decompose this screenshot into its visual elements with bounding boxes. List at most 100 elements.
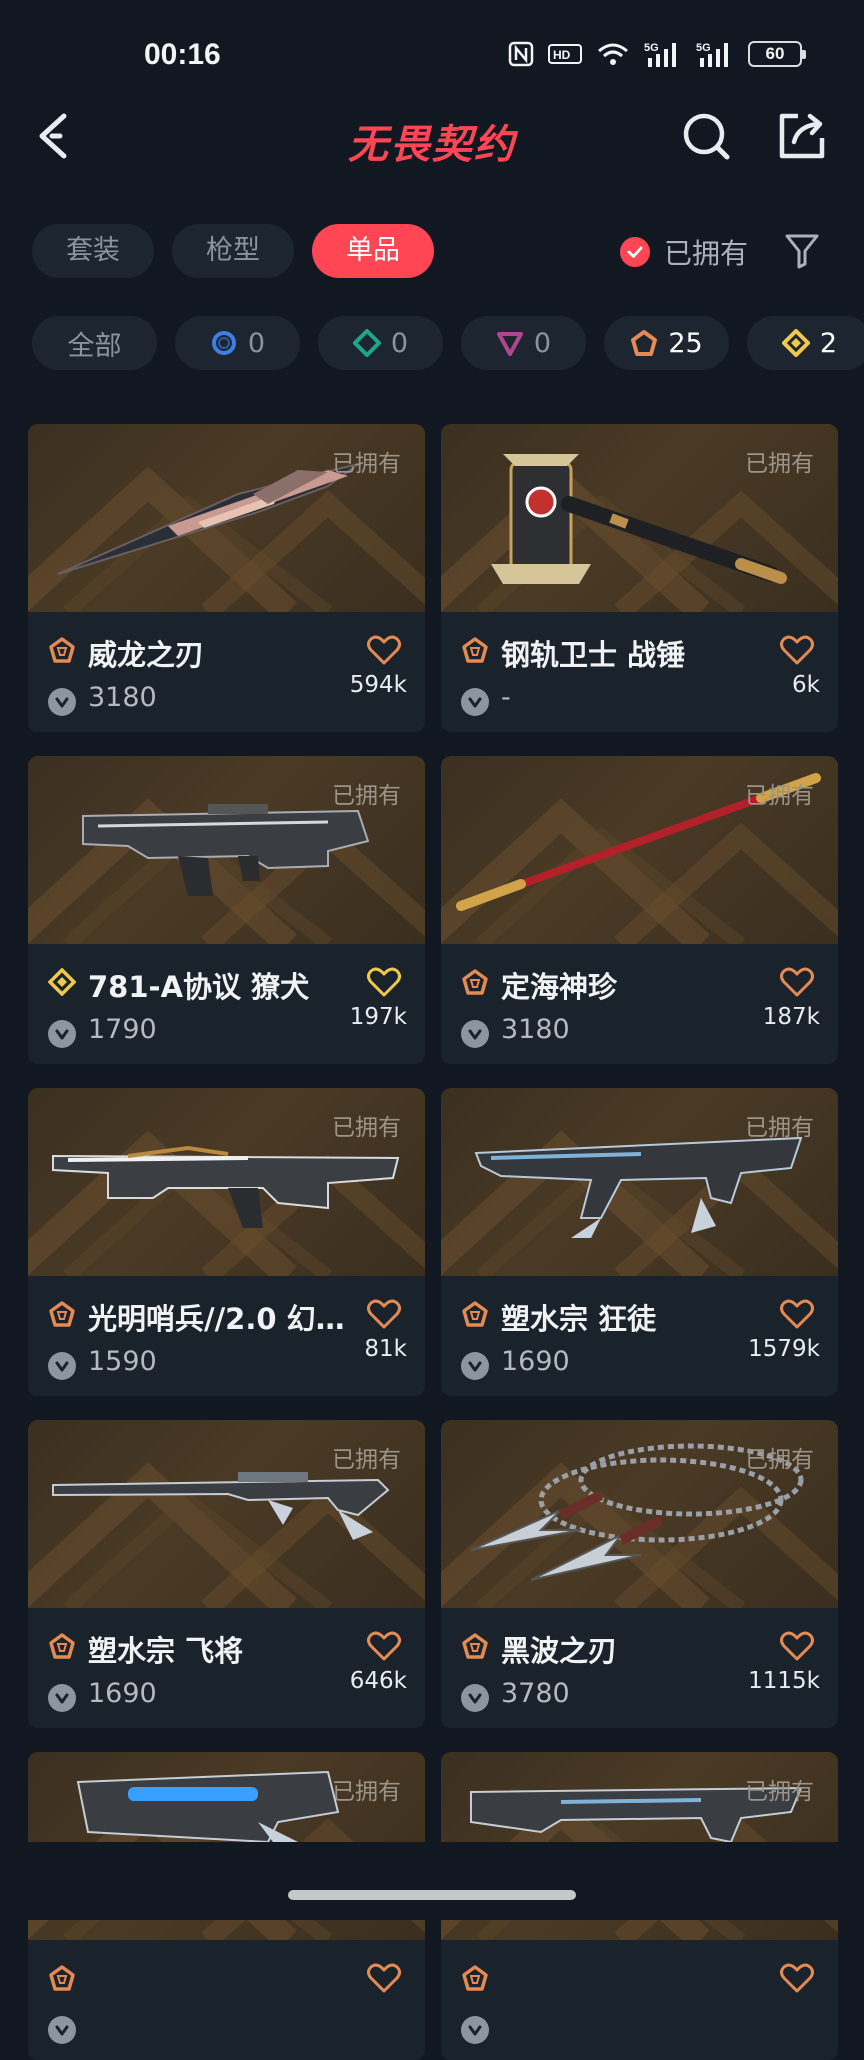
heart-icon[interactable]	[780, 634, 814, 666]
rarity-count: 2	[820, 328, 837, 359]
vp-currency-icon	[48, 2016, 76, 2044]
heart-icon[interactable]	[367, 634, 401, 666]
like-count: 81k	[364, 1336, 407, 1362]
rarity-tab-select[interactable]: 0	[175, 316, 300, 370]
owned-tag: 已拥有	[332, 444, 401, 478]
skin-price: 3780	[501, 1678, 570, 1709]
rarity-tab-all[interactable]: 全部	[32, 316, 157, 370]
skin-info: 黑波之刃 3780 1115k	[441, 1608, 838, 1728]
exclusive-tier-icon	[461, 1632, 489, 1660]
svg-text:HD: HD	[553, 48, 571, 62]
exclusive-tier-icon	[48, 1300, 76, 1328]
skin-card[interactable]: 已拥有威龙之刃3180594k	[28, 424, 425, 732]
signal-5g-icon-2: 5G	[696, 40, 734, 68]
heart-icon[interactable]	[780, 1630, 814, 1662]
skin-price: 3180	[501, 1014, 570, 1045]
search-icon[interactable]	[680, 110, 732, 162]
skin-price: 3180	[88, 682, 157, 713]
nfc-icon	[508, 41, 534, 67]
check-icon	[620, 237, 650, 267]
skin-price: 1690	[501, 1346, 570, 1377]
heart-icon[interactable]	[367, 966, 401, 998]
home-indicator[interactable]	[288, 1890, 576, 1900]
like-count: 594k	[350, 672, 407, 698]
svg-text:5G: 5G	[696, 42, 711, 54]
skin-price: 1690	[88, 1678, 157, 1709]
skin-info: 塑水宗 狂徒 1690 1579k	[441, 1276, 838, 1396]
skin-name: 钢轨卫士 战锤	[501, 632, 771, 674]
svg-text:5G: 5G	[644, 42, 659, 54]
owned-tag: 已拥有	[745, 776, 814, 810]
skin-card[interactable]: 已拥有塑水宗 狂徒16901579k	[441, 1088, 838, 1396]
rarity-tab-deluxe[interactable]: 0	[318, 316, 443, 370]
skin-image: 已拥有	[28, 1420, 425, 1608]
skin-info	[441, 1940, 838, 2060]
skin-image: 已拥有	[28, 1088, 425, 1276]
header: 无畏契约	[0, 100, 864, 180]
skin-card[interactable]: 已拥有 781-A协议 獠犬 1790 197k	[28, 756, 425, 1064]
like-count: 1115k	[748, 1668, 820, 1694]
skin-image: 已拥有	[441, 424, 838, 612]
hd-icon: HD	[548, 42, 582, 66]
like-count: 197k	[350, 1004, 407, 1030]
status-bar: 00:16 HD 5G 5G 60	[0, 0, 864, 110]
vp-currency-icon	[461, 2016, 489, 2044]
heart-icon[interactable]	[367, 1630, 401, 1662]
like-count: 1579k	[748, 1336, 820, 1362]
owned-tag: 已拥有	[332, 1108, 401, 1142]
wifi-icon	[596, 41, 630, 67]
signal-5g-icon: 5G	[644, 40, 682, 68]
tab-single-item[interactable]: 单品	[312, 224, 434, 278]
skin-name: 光明哨兵//2.0 幻…	[88, 1296, 358, 1338]
skin-card[interactable]: 已拥有光明哨兵//2.0 幻… 1590 81k	[28, 1088, 425, 1396]
rarity-tab-exclusive[interactable]: 25	[604, 316, 729, 370]
app-title: 无畏契约	[0, 112, 864, 170]
tab-suit[interactable]: 套装	[32, 224, 154, 278]
skin-image: 已拥有	[441, 1420, 838, 1608]
heart-icon[interactable]	[780, 1962, 814, 1994]
heart-icon[interactable]	[367, 1298, 401, 1330]
tab-gun-type[interactable]: 枪型	[172, 224, 294, 278]
vp-currency-icon	[461, 1684, 489, 1712]
skin-card[interactable]: 已拥有塑水宗 飞将 1690 646k	[28, 1420, 425, 1728]
skin-info: 781-A协议 獠犬 1790 197k	[28, 944, 425, 1064]
filter-icon[interactable]	[784, 232, 820, 270]
skin-card[interactable]: 已拥有黑波之刃 3780 1115k	[441, 1420, 838, 1728]
skin-card[interactable]: 已拥有定海神珍3180187k	[441, 756, 838, 1064]
skin-name: 781-A协议 獠犬	[88, 964, 358, 1006]
bottom-area	[0, 1842, 864, 1920]
owned-filter-toggle[interactable]: 已拥有	[620, 232, 748, 272]
like-count: 646k	[350, 1668, 407, 1694]
exclusive-tier-icon	[461, 1300, 489, 1328]
vp-currency-icon	[48, 1684, 76, 1712]
owned-tag: 已拥有	[745, 1772, 814, 1806]
skin-price: 1790	[88, 1014, 157, 1045]
vp-currency-icon	[461, 1352, 489, 1380]
exclusive-tier-icon	[48, 1964, 76, 1992]
vp-currency-icon	[48, 688, 76, 716]
skin-name: 定海神珍	[501, 964, 771, 1006]
skin-info: 塑水宗 飞将 1690 646k	[28, 1608, 425, 1728]
heart-icon[interactable]	[367, 1962, 401, 1994]
rarity-tab-ultra[interactable]: 2	[747, 316, 864, 370]
skin-grid: 已拥有威龙之刃3180594k已拥有钢轨卫士 战锤-6k已拥有781-A协议 獠…	[28, 424, 840, 2060]
skin-name: 黑波之刃	[501, 1628, 771, 1670]
skin-card[interactable]: 已拥有钢轨卫士 战锤-6k	[441, 424, 838, 732]
exclusive-tier-icon	[48, 636, 76, 664]
exclusive-tier-icon	[630, 329, 658, 357]
rarity-tabs: 全部 0 0 0 25 2	[32, 316, 864, 370]
skin-info: 定海神珍3180187k	[441, 944, 838, 1064]
heart-icon[interactable]	[780, 1298, 814, 1330]
skin-price: 1590	[88, 1346, 157, 1377]
rarity-tab-premium[interactable]: 0	[461, 316, 586, 370]
heart-icon[interactable]	[780, 966, 814, 998]
ultra-tier-icon	[48, 968, 76, 996]
owned-filter-label: 已拥有	[664, 232, 748, 272]
share-icon[interactable]	[776, 108, 828, 162]
ultra-tier-icon	[782, 329, 810, 357]
skin-info	[28, 1940, 425, 2060]
skin-name: 塑水宗 飞将	[88, 1628, 358, 1670]
rarity-count: 25	[668, 328, 702, 359]
skin-name: 塑水宗 狂徒	[501, 1296, 771, 1338]
skin-image: 已拥有	[28, 756, 425, 944]
